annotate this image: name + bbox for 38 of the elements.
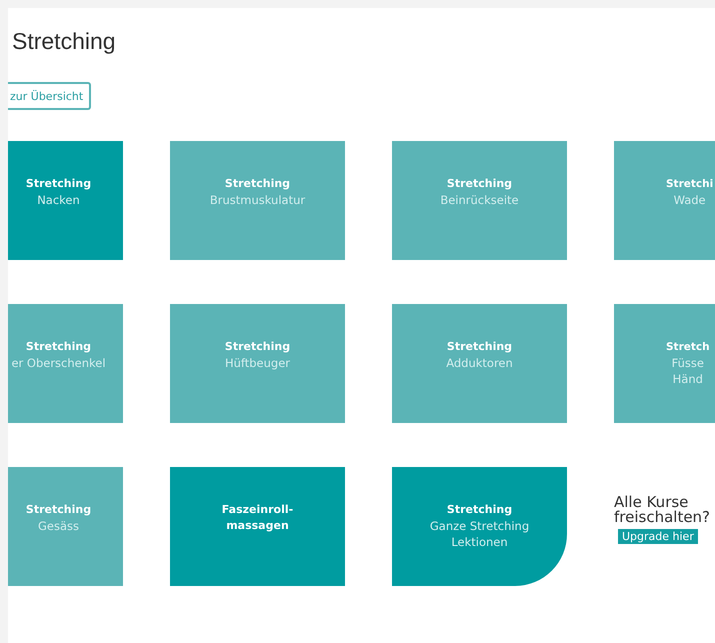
tile-title: Stretching <box>224 339 290 355</box>
tile-title: Stretching <box>446 339 512 355</box>
tile-title: Stretching <box>446 176 512 192</box>
tile-title: Stretching <box>26 339 92 355</box>
page-title: Stretching <box>11 27 117 56</box>
tile-subtitle: Gesäss <box>38 518 79 534</box>
tile-title: Stretch <box>666 340 710 355</box>
upgrade-button[interactable]: Upgrade hier <box>618 529 698 544</box>
tile-title: Stretching <box>446 502 512 518</box>
course-tile[interactable]: Faszeinroll- massagen <box>170 467 345 586</box>
tile-title: Faszeinroll- massagen <box>222 502 294 534</box>
tile-subtitle: Nacken <box>37 192 80 208</box>
tile-subtitle: Adduktoren <box>446 355 513 371</box>
course-tile[interactable]: Stretch Füsse Händ <box>614 304 715 423</box>
tile-subtitle: Brustmuskulatur <box>210 192 306 208</box>
tile-subtitle: Hüftbeuger <box>224 355 290 371</box>
course-tile[interactable]: Stretching Ganze Stretching Lektionen <box>392 467 567 586</box>
tile-subtitle: Ganze Stretching <box>430 518 530 534</box>
tile-subtitle: Füsse <box>672 355 704 371</box>
course-tile[interactable]: Stretchi Wade <box>614 141 715 260</box>
tile-title: Stretching <box>26 176 92 192</box>
tile-title: Stretching <box>26 502 92 518</box>
tile-title: Stretching <box>224 176 290 192</box>
tile-subtitle: Lektionen <box>451 534 508 550</box>
course-tile[interactable]: Stretching Adduktoren <box>392 304 567 423</box>
course-tile[interactable]: Stretching Hüftbeuger <box>170 304 345 423</box>
course-tile[interactable]: Stretching er Oberschenkel <box>8 304 123 423</box>
course-tile[interactable]: Stretching Beinrückseite <box>392 141 567 260</box>
tile-subtitle: Händ <box>672 371 703 387</box>
tile-title: Stretchi <box>666 177 714 192</box>
back-button[interactable]: zur Übersicht <box>8 82 92 110</box>
course-tile[interactable]: Stretching Gesäss <box>8 467 123 586</box>
tile-subtitle: Beinrückseite <box>440 192 519 208</box>
course-tile[interactable]: Stretching Nacken <box>8 141 123 260</box>
tile-subtitle: Wade <box>674 192 706 208</box>
tile-subtitle: er Oberschenkel <box>11 355 106 371</box>
promo-heading: Alle Kurse freischalten? <box>614 495 712 525</box>
course-tile[interactable]: Stretching Brustmuskulatur <box>170 141 345 260</box>
